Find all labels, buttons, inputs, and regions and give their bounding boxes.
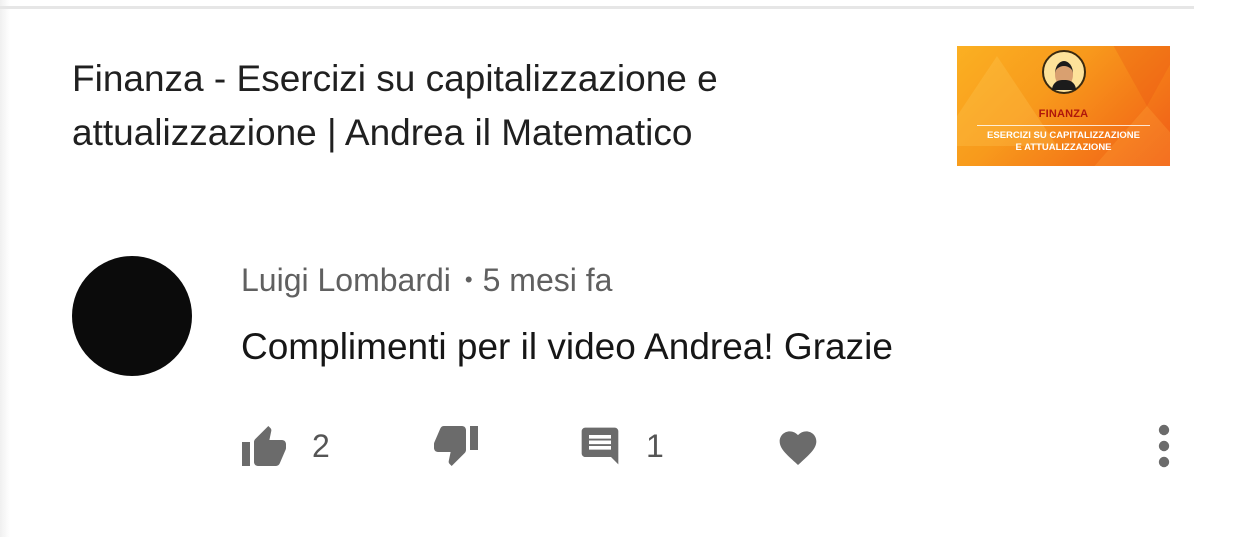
thumbnail-title: FINANZA (1038, 108, 1089, 120)
thumbnail-subtitle: ESERCIZI SU CAPITALIZZAZIONE E ATTUALIZZ… (987, 130, 1140, 153)
reply-button[interactable]: 1 (578, 418, 664, 474)
comment-time: 5 mesi fa (482, 262, 613, 298)
channel-logo (1042, 50, 1086, 94)
comment-icon (578, 424, 622, 468)
video-thumbnail[interactable]: FINANZA ESERCIZI SU CAPITALIZZAZIONE E A… (957, 46, 1170, 166)
more-options-button[interactable] (1150, 418, 1178, 474)
thumbs-up-icon (240, 424, 288, 468)
more-vertical-icon (1150, 424, 1178, 468)
thumbnail-facet (1097, 46, 1170, 106)
top-divider (0, 6, 1194, 9)
comment-meta: Luigi Lombardi • 5 mesi fa (241, 259, 612, 305)
left-edge-shadow (0, 0, 10, 537)
logo-body (1052, 80, 1076, 90)
meta-separator: • (464, 267, 473, 292)
thumbnail-divider (977, 125, 1150, 126)
reply-count: 1 (646, 428, 664, 464)
like-button[interactable]: 2 (240, 418, 330, 474)
comment-author[interactable]: Luigi Lombardi (241, 262, 451, 298)
thumbs-down-icon (432, 424, 480, 468)
dislike-button[interactable] (432, 418, 480, 474)
avatar[interactable] (72, 256, 192, 376)
heart-button[interactable] (776, 418, 820, 474)
video-title[interactable]: Finanza - Esercizi su capitalizzazione e… (72, 52, 932, 160)
like-count: 2 (312, 428, 330, 464)
heart-icon (776, 425, 820, 467)
comment-text: Complimenti per il video Andrea! Grazie (241, 326, 893, 367)
